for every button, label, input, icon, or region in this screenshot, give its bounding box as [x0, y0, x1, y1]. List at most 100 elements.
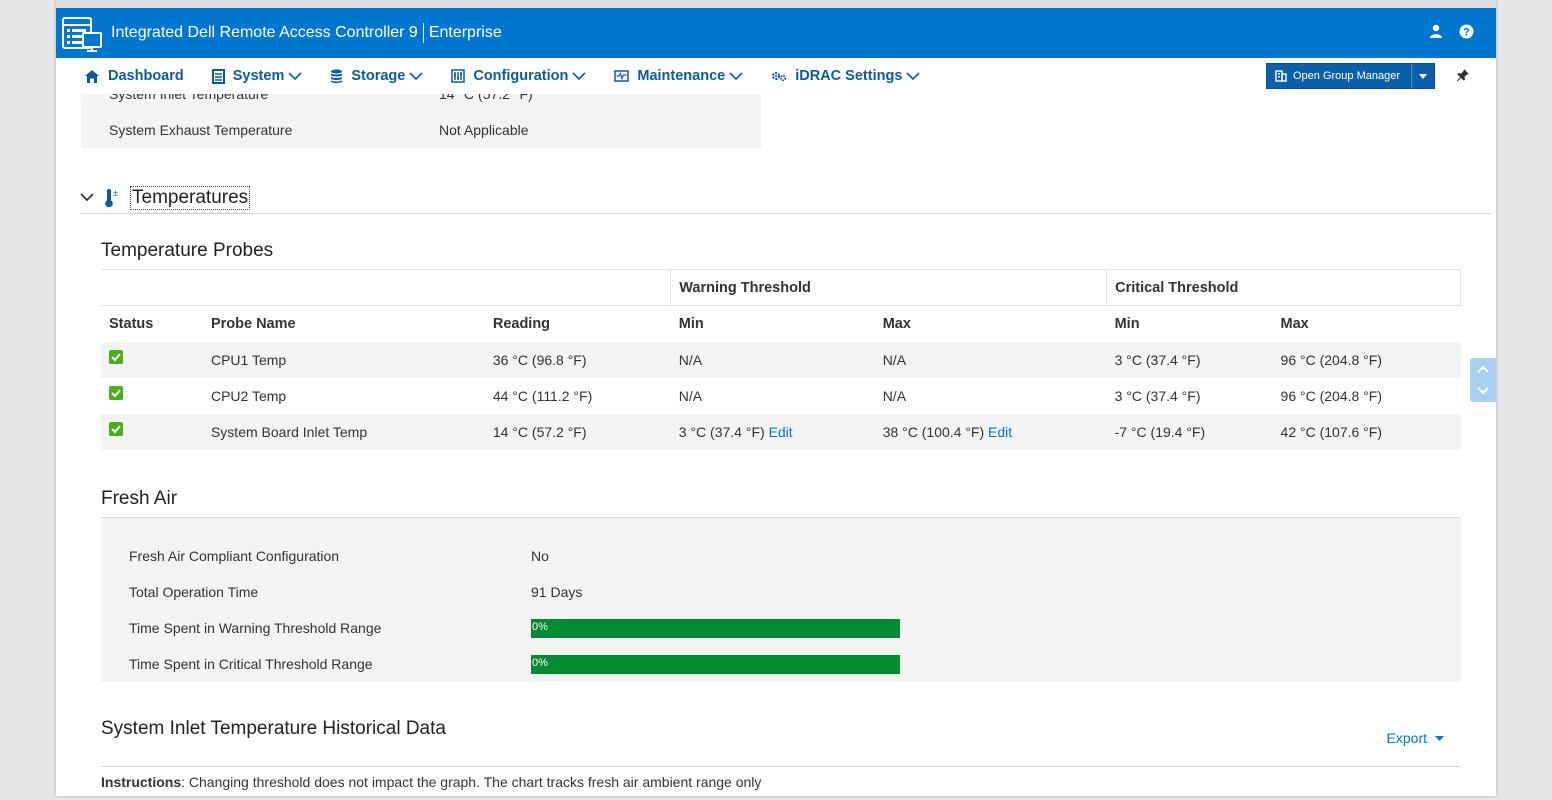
- historical-data-heading: System Inlet Temperature Historical Data: [101, 718, 446, 739]
- warning-range-progress-bar: 0%: [531, 619, 900, 638]
- table-group-header-row: Warning Threshold Critical Threshold: [101, 269, 1461, 306]
- table-column-header-row: Status Probe Name Reading Min Max Min Ma…: [101, 306, 1461, 342]
- chevron-down-icon[interactable]: [80, 193, 94, 202]
- critical-min-cell: 3 °C (37.4 °F): [1106, 341, 1273, 378]
- browser-top-strip: [56, 0, 1496, 8]
- col-critical-min[interactable]: Min: [1107, 306, 1273, 342]
- export-dropdown-button[interactable]: Export: [1387, 730, 1444, 746]
- status-cell: [101, 413, 203, 450]
- nav-dashboard[interactable]: Dashboard: [84, 68, 184, 84]
- idrac-window: Integrated Dell Remote Access Controller…: [56, 0, 1496, 796]
- warning-min-cell: 3 °C (37.4 °F) Edit: [670, 413, 875, 450]
- probe-name-cell: System Board Inlet Temp: [202, 413, 485, 450]
- temperatures-section-title[interactable]: Temperatures: [130, 185, 251, 210]
- warning-max-cell: N/A: [874, 377, 1107, 414]
- critical-range-progress-bar: 0%: [531, 655, 900, 674]
- temperatures-section-header[interactable]: ± Temperatures: [80, 182, 1491, 214]
- chevron-down-icon: [288, 71, 302, 80]
- edit-warning-min-link[interactable]: Edit: [769, 424, 793, 440]
- chevron-down-icon: [906, 71, 920, 80]
- table-row: CPU2 Temp 44 °C (111.2 °F) N/A N/A 3 °C …: [101, 377, 1461, 414]
- main-nav: Dashboard System Storage Configuration M…: [56, 58, 1496, 94]
- server-list-icon: [211, 68, 225, 84]
- col-reading[interactable]: Reading: [485, 306, 671, 342]
- fresh-air-heading: Fresh Air: [101, 488, 178, 509]
- open-group-manager-button[interactable]: Open Group Manager: [1265, 63, 1411, 89]
- temperature-probes-table: Warning Threshold Critical Threshold Sta…: [101, 269, 1461, 450]
- nav-storage-label: Storage: [351, 68, 406, 84]
- thermometer-icon: ±: [105, 188, 118, 207]
- fresh-air-panel: Fresh Air Compliant Configuration No Tot…: [101, 517, 1461, 682]
- temperature-probes-heading: Temperature Probes: [101, 240, 274, 261]
- nav-maintenance[interactable]: Maintenance: [614, 68, 743, 84]
- probe-name-cell: CPU1 Temp: [202, 341, 485, 378]
- caret-down-icon: [1419, 73, 1427, 79]
- warning-range-time-label: Time Spent in Warning Threshold Range: [129, 620, 382, 636]
- app-header: Integrated Dell Remote Access Controller…: [56, 8, 1496, 58]
- critical-threshold-header: Critical Threshold: [1106, 269, 1461, 306]
- summary-exhaust-label: System Exhaust Temperature: [109, 122, 293, 138]
- critical-min-cell: 3 °C (37.4 °F): [1106, 377, 1273, 414]
- nav-storage[interactable]: Storage: [330, 68, 423, 84]
- status-ok-check-icon: [109, 421, 123, 436]
- instructions-body: : Changing threshold does not impact the…: [181, 774, 762, 790]
- title-divider: [422, 23, 424, 43]
- nav-dashboard-label: Dashboard: [108, 68, 184, 84]
- open-group-manager-label: Open Group Manager: [1292, 70, 1400, 82]
- nav-idrac-settings[interactable]: iDRAC Settings: [771, 68, 920, 84]
- warning-min-value: 3 °C (37.4 °F): [678, 423, 765, 440]
- instructions-label: Instructions: [101, 774, 182, 790]
- nav-maintenance-label: Maintenance: [637, 68, 726, 84]
- table-row: CPU1 Temp 36 °C (96.8 °F) N/A N/A 3 °C (…: [101, 341, 1461, 378]
- reading-cell: 44 °C (111.2 °F): [484, 377, 671, 414]
- help-icon[interactable]: ?: [1458, 23, 1474, 39]
- building-icon: [1275, 70, 1287, 82]
- group-manager-dropdown-button[interactable]: [1411, 63, 1435, 89]
- nav-configuration[interactable]: Configuration: [451, 68, 586, 84]
- chevron-down-icon[interactable]: [1477, 387, 1489, 395]
- pin-icon[interactable]: [1456, 68, 1470, 82]
- col-warning-max[interactable]: Max: [875, 306, 1107, 342]
- warning-min-cell: N/A: [670, 341, 875, 378]
- summary-exhaust-value: Not Applicable: [439, 122, 529, 138]
- export-label: Export: [1386, 730, 1427, 746]
- table-row: System Board Inlet Temp 14 °C (57.2 °F) …: [101, 413, 1461, 450]
- chevron-down-icon: [572, 71, 586, 80]
- warning-range-progress-text: 0%: [532, 621, 548, 633]
- critical-range-time-label: Time Spent in Critical Threshold Range: [129, 656, 373, 672]
- critical-max-cell: 42 °C (107.6 °F): [1272, 413, 1461, 450]
- database-icon: [331, 69, 343, 83]
- status-ok-check-icon: [109, 385, 123, 400]
- critical-max-cell: 96 °C (204.8 °F): [1272, 341, 1461, 378]
- sliders-icon: [451, 69, 466, 83]
- warning-max-cell: 38 °C (100.4 °F) Edit: [874, 413, 1107, 450]
- fresh-air-compliant-label: Fresh Air Compliant Configuration: [129, 548, 340, 564]
- reading-cell: 36 °C (96.8 °F): [484, 341, 671, 378]
- historical-divider: [101, 766, 1461, 767]
- warning-min-cell: N/A: [670, 377, 875, 414]
- nav-configuration-label: Configuration: [473, 68, 569, 84]
- nav-system[interactable]: System: [211, 68, 303, 84]
- app-name: Integrated Dell Remote Access Controller…: [111, 24, 418, 41]
- monitor-pulse-icon: [614, 69, 630, 82]
- critical-range-progress-fill: [531, 655, 900, 674]
- critical-range-progress-text: 0%: [532, 657, 548, 669]
- col-warning-min[interactable]: Min: [671, 306, 875, 342]
- edit-warning-max-link[interactable]: Edit: [988, 424, 1012, 440]
- col-probe-name[interactable]: Probe Name: [203, 306, 485, 342]
- user-icon[interactable]: [1428, 23, 1444, 39]
- reading-cell: 14 °C (57.2 °F): [484, 413, 671, 450]
- status-ok-check-icon: [109, 349, 123, 364]
- blank-group-header: [101, 269, 671, 306]
- scroll-navigation-widget[interactable]: [1470, 358, 1496, 402]
- col-critical-max[interactable]: Max: [1273, 306, 1461, 342]
- gears-icon: [772, 71, 787, 81]
- idrac-logo-icon: [62, 17, 102, 52]
- page-content: System Inlet Temperature 14 °C (57.2 °F)…: [56, 94, 1496, 796]
- col-status[interactable]: Status: [101, 306, 203, 342]
- total-operation-time-label: Total Operation Time: [129, 584, 259, 600]
- svg-text:?: ?: [1463, 26, 1470, 38]
- critical-min-cell: -7 °C (19.4 °F): [1106, 413, 1273, 450]
- chevron-up-icon[interactable]: [1477, 365, 1489, 373]
- svg-text:±: ±: [113, 188, 118, 198]
